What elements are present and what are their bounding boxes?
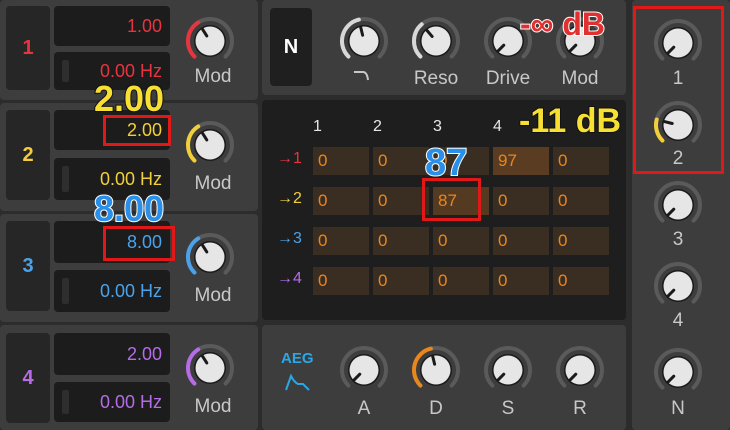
lfo-rate-value: 0.00 Hz [99,280,162,301]
callout-inf-db: -∞ dB [519,5,606,43]
release-knob[interactable] [553,343,607,397]
lfo-rate-value: 0.00 Hz [99,168,162,189]
matrix-cell[interactable]: 0 [553,147,609,175]
lfo-mod-knob-1[interactable] [183,14,237,68]
sustain-label: S [501,398,515,419]
lfo-mod-label-2: Mod [194,173,232,194]
matrix-cell[interactable]: 0 [313,267,369,295]
lfo-amount-field-1[interactable]: 1.00 [54,6,170,46]
matrix-col-header-2: 2 [373,118,382,135]
lfo-mod-knob-2[interactable] [183,118,237,172]
lfo-rate-field-4[interactable]: 0.00 Hz [54,382,170,422]
highlight-box-amount-3 [103,226,175,261]
matrix-col-header-3: 3 [433,118,442,135]
matrix-cell[interactable]: 0 [433,227,489,255]
lfo-number-4[interactable]: 4 [6,333,50,423]
callout-8-00: 8.00 [93,187,165,230]
matrix-cell[interactable]: 0 [373,267,429,295]
lfo-mod-label-3: Mod [194,285,232,306]
attack-knob[interactable] [337,343,391,397]
callout-2-00: 2.00 [93,77,165,120]
lfo-number-label: 3 [22,254,34,277]
matrix-cell[interactable]: 0 [373,187,429,215]
lfo-amount-field-4[interactable]: 2.00 [54,333,170,375]
matrix-cell[interactable]: 0 [553,187,609,215]
matrix-row-header-4: →4 [277,270,302,287]
matrix-cell[interactable]: 0 [373,227,429,255]
lfo-mod-knob-3[interactable] [183,230,237,284]
output-label-n: N [671,398,685,419]
highlight-box-output [633,6,724,174]
aeg-label: AEG [281,350,314,367]
decay-label: D [429,398,443,419]
matrix-cell[interactable]: 0 [433,267,489,295]
lowpass-curve-icon [352,66,374,89]
envelope-shape-icon [284,372,312,397]
decay-knob[interactable] [409,343,463,397]
lfo-number-3[interactable]: 3 [6,221,50,311]
lfo-rate-field-3[interactable]: 0.00 Hz [54,270,170,312]
output-knob-4[interactable] [651,259,705,313]
matrix-row-header-3: →3 [277,230,302,247]
matrix-cell[interactable]: 0 [373,147,429,175]
lfo-amount-value: 1.00 [126,15,162,36]
output-knob-n[interactable] [651,345,705,399]
matrix-cell[interactable]: 0 [553,227,609,255]
matrix-cell[interactable]: 0 [313,227,369,255]
matrix-row-header-1: →1 [277,150,302,167]
reso-knob[interactable] [409,14,463,68]
matrix-cell[interactable]: 0 [313,187,369,215]
lfo-amount-value: 2.00 [126,343,162,364]
lfo-number-2[interactable]: 2 [6,110,50,200]
sustain-knob[interactable] [481,343,535,397]
lfo-mod-label-1: Mod [194,66,232,87]
callout-minus11-db: -11 dB [518,101,622,141]
matrix-cell[interactable]: 0 [493,187,549,215]
callout-87: 87 [424,141,468,185]
cutoff-knob[interactable] [337,14,391,68]
matrix-row-header-2: →2 [277,190,302,207]
filter-mod-label: Mod [561,68,599,89]
lfo-rate-value: 0.00 Hz [99,391,162,412]
lfo-number-1[interactable]: 1 [6,6,50,90]
lfo-mod-knob-4[interactable] [183,341,237,395]
matrix-cell[interactable]: 0 [553,267,609,295]
drive-label: Drive [485,68,531,89]
matrix-col-header-1: 1 [313,118,322,135]
matrix-cell[interactable]: 0 [493,227,549,255]
reso-label: Reso [413,68,459,89]
release-label: R [573,398,587,419]
lfo-number-label: 1 [22,36,34,59]
lfo-number-label: 4 [22,366,34,389]
output-label-4: 4 [672,310,684,331]
lfo-mod-label-4: Mod [194,396,232,417]
matrix-cell[interactable]: 97 [493,147,549,175]
matrix-col-header-4: 4 [493,118,502,135]
matrix-cell[interactable]: 0 [313,147,369,175]
filter-mode-button[interactable]: N [270,8,312,86]
lfo-number-label: 2 [22,143,34,166]
matrix-cell[interactable]: 0 [493,267,549,295]
filter-mode-label: N [283,35,299,58]
output-knob-3[interactable] [651,178,705,232]
attack-label: A [357,398,371,419]
output-label-3: 3 [672,229,684,250]
